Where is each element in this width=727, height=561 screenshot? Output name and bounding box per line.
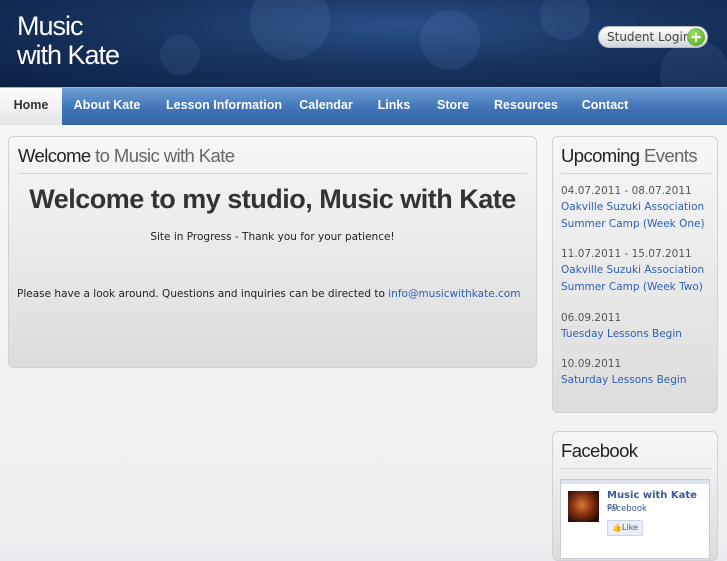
header-bokeh	[420, 10, 480, 70]
event-date: 04.07.2011 - 08.07.2011	[561, 185, 692, 197]
facebook-page-name-text: Music with Kate	[607, 490, 697, 501]
facebook-box-header	[561, 480, 709, 484]
facebook-like-box: Music with Kate on Facebook 👍Like	[560, 479, 710, 559]
welcome-panel-title: Welcome to Music with Kate	[18, 145, 235, 167]
header-bokeh	[250, 0, 330, 60]
nav-item-store[interactable]: Store	[430, 88, 476, 125]
student-login-button[interactable]: Student Login +	[598, 26, 708, 48]
site-header: Music with Kate Student Login +	[0, 0, 727, 87]
welcome-title-rest: to Music with Kate	[90, 145, 235, 166]
nav-item-contact[interactable]: Contact	[576, 88, 634, 125]
logo-line-2: with Kate	[17, 40, 120, 70]
logo-line-1: Music	[17, 11, 84, 41]
nav-item-links[interactable]: Links	[371, 88, 417, 125]
facebook-panel-title: Facebook	[561, 440, 638, 461]
nav-item-lesson-information[interactable]: Lesson Information ⌄	[160, 88, 288, 146]
events-title-first: Upcoming	[561, 145, 640, 166]
welcome-panel: Welcome to Music with Kate Welcome to my…	[8, 136, 537, 368]
event-item: 11.07.2011 - 15.07.2011 Oakville Suzuki …	[561, 248, 713, 296]
nav-item-calendar[interactable]: Calendar	[294, 88, 358, 125]
nav-item-resources[interactable]: Resources	[489, 88, 563, 125]
welcome-title-first: Welcome	[18, 145, 91, 166]
site-logo[interactable]: Music with Kate	[17, 11, 120, 70]
student-login-label: Student Login	[607, 30, 691, 44]
event-item: 06.09.2011 Tuesday Lessons Begin	[561, 312, 713, 343]
contact-email-link[interactable]: info@musicwithkate.com	[388, 288, 520, 300]
welcome-heading: Welcome to my studio, Music with Kate	[29, 184, 516, 214]
facebook-like-label: Like	[622, 523, 638, 532]
events-panel: Upcoming Events 04.07.2011 - 08.07.2011 …	[552, 136, 718, 413]
plus-icon: +	[687, 28, 705, 46]
event-link[interactable]: Oakville Suzuki Association Summer Camp …	[561, 262, 713, 296]
thumbs-up-icon: 👍	[612, 523, 622, 532]
facebook-divider	[561, 468, 711, 469]
event-link[interactable]: Saturday Lessons Begin	[561, 372, 713, 389]
facebook-like-button[interactable]: 👍Like	[607, 520, 643, 536]
event-link[interactable]: Oakville Suzuki Association Summer Camp …	[561, 199, 713, 233]
welcome-divider	[18, 173, 527, 174]
events-title-rest: Events	[639, 145, 698, 166]
event-link[interactable]: Tuesday Lessons Begin	[561, 326, 713, 343]
page-avatar[interactable]	[568, 491, 599, 522]
contact-text: Please have a look around. Questions and…	[17, 288, 389, 300]
main-nav: Home About Kate Lesson Information ⌄ Cal…	[0, 87, 727, 146]
facebook-sub-link[interactable]: Facebook	[607, 504, 647, 514]
event-date: 11.07.2011 - 15.07.2011	[561, 248, 692, 260]
header-bokeh	[160, 35, 200, 75]
event-date: 06.09.2011	[561, 312, 622, 324]
main-content: Welcome to Music with Kate Welcome to my…	[0, 125, 727, 561]
event-item: 10.09.2011 Saturday Lessons Begin	[561, 358, 713, 389]
event-date: 10.09.2011	[561, 358, 622, 370]
progress-text: Site in Progress - Thank you for your pa…	[150, 231, 395, 243]
header-bokeh	[540, 0, 590, 40]
contact-paragraph: Please have a look around. Questions and…	[17, 288, 520, 300]
events-panel-title: Upcoming Events	[561, 145, 698, 167]
event-item: 04.07.2011 - 08.07.2011 Oakville Suzuki …	[561, 185, 713, 233]
nav-item-about-kate[interactable]: About Kate	[68, 88, 146, 125]
nav-item-home[interactable]: Home	[0, 88, 62, 125]
events-divider	[561, 173, 711, 174]
